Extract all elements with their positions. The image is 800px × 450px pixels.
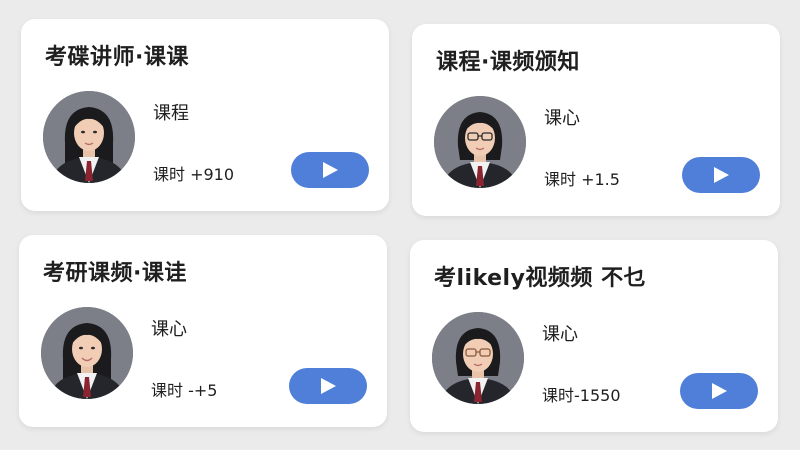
instructor-avatar: [432, 312, 524, 404]
card-hours: 课时-1550: [542, 386, 621, 405]
course-card[interactable]: 考likely视频频 不乜 课心 课时-1550: [410, 240, 778, 432]
play-button[interactable]: [680, 373, 758, 409]
play-icon: [321, 378, 336, 394]
card-title: 考研课频·课诖: [43, 261, 187, 286]
card-hours: 课时 +1.5: [544, 170, 620, 189]
card-title: 课程·课频颁知: [436, 50, 580, 75]
play-button[interactable]: [291, 152, 369, 188]
play-icon: [712, 383, 727, 399]
play-icon: [714, 167, 729, 183]
card-subtitle: 课心: [542, 324, 578, 345]
course-card-grid: 考碟讲师·课课 课程 课时 +910 课程·课频颁知 课心 课时 +1.5 考研…: [0, 0, 800, 450]
card-subtitle: 课心: [151, 319, 187, 340]
card-title: 考likely视频频 不乜: [434, 266, 647, 291]
card-hours: 课时 +910: [153, 165, 235, 184]
portrait-icon: [41, 307, 133, 399]
instructor-avatar: [41, 307, 133, 399]
card-subtitle: 课心: [544, 108, 580, 129]
course-card[interactable]: 考碟讲师·课课 课程 课时 +910: [21, 19, 389, 211]
portrait-icon: [434, 96, 526, 188]
course-card[interactable]: 考研课频·课诖 课心 课时 -+5: [19, 235, 387, 427]
portrait-icon: [43, 91, 135, 183]
play-button[interactable]: [289, 368, 367, 404]
card-hours: 课时 -+5: [151, 381, 218, 400]
play-button[interactable]: [682, 157, 760, 193]
portrait-icon: [432, 312, 524, 404]
card-subtitle: 课程: [153, 103, 189, 124]
instructor-avatar: [43, 91, 135, 183]
play-icon: [323, 162, 338, 178]
course-card[interactable]: 课程·课频颁知 课心 课时 +1.5: [412, 24, 780, 216]
instructor-avatar: [434, 96, 526, 188]
card-title: 考碟讲师·课课: [45, 45, 189, 70]
